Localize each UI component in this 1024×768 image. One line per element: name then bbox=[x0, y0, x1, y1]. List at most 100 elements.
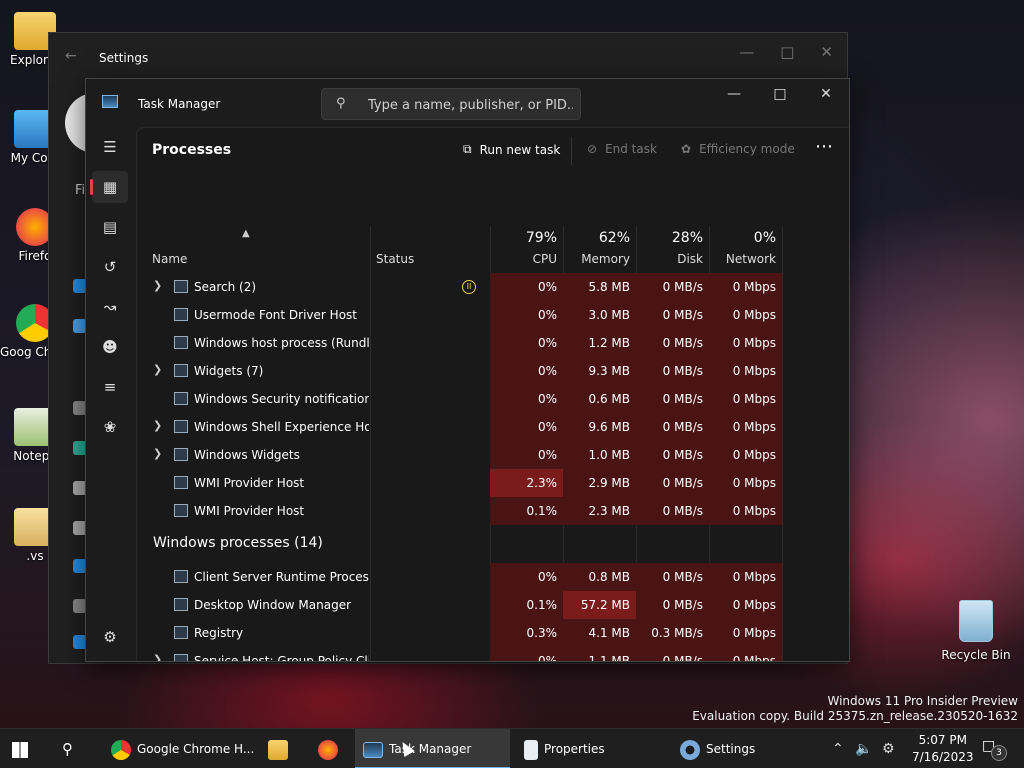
nav-app-history-icon[interactable]: ↺ bbox=[92, 251, 128, 283]
process-name: Service Host: Group Policy Cli... bbox=[194, 654, 369, 662]
nav-startup-apps-icon[interactable]: ↝ bbox=[92, 291, 128, 323]
network-cell: 0 Mbps bbox=[709, 441, 782, 469]
task-manager-window[interactable]: Task Manager ⚲ — □ ✕ ☰ ▦ ▤ ↺ ↝ ☻ ≡ ❀ ⚙ P… bbox=[85, 78, 850, 662]
table-row[interactable]: Desktop Window Manager 0.1% 57.2 MB 0 MB/s 0… bbox=[137, 591, 834, 619]
search-icon: ⚲ bbox=[62, 740, 73, 758]
close-button[interactable]: ✕ bbox=[803, 79, 849, 109]
close-icon[interactable]: ✕ bbox=[820, 43, 833, 61]
table-row[interactable]: ❯ Service Host: Group Policy Cli... 0% 1.1 … bbox=[137, 647, 834, 662]
run-task-icon: ⧉ bbox=[463, 142, 472, 156]
settings-title: Settings bbox=[99, 51, 149, 65]
column-header-cpu[interactable]: 79% CPU bbox=[490, 226, 563, 272]
table-row[interactable]: ❯ Windows Widgets 0% 1.0 MB 0 MB/s 0 Mbps bbox=[137, 441, 834, 469]
chevron-right-icon[interactable]: ❯ bbox=[153, 419, 162, 432]
taskbar-settings[interactable]: Settings bbox=[672, 729, 822, 768]
chrome-icon bbox=[111, 739, 131, 760]
network-cell: 0 Mbps bbox=[709, 273, 782, 301]
disk-cell: 0 MB/s bbox=[636, 385, 709, 413]
hamburger-menu-icon[interactable]: ☰ bbox=[92, 131, 128, 163]
taskbar-file-explorer[interactable] bbox=[268, 729, 296, 768]
disk-cell: 0 MB/s bbox=[636, 647, 709, 661]
column-header-network[interactable]: 0% Network bbox=[709, 226, 782, 272]
start-button[interactable] bbox=[12, 729, 40, 768]
settings-find-input[interactable]: Fi bbox=[75, 183, 85, 198]
process-icon bbox=[174, 364, 188, 377]
process-icon bbox=[174, 598, 188, 611]
nav-users-icon[interactable]: ☻ bbox=[92, 331, 128, 363]
column-header-disk[interactable]: 28% Disk bbox=[636, 226, 709, 272]
group-title: Windows processes (14) bbox=[153, 535, 323, 551]
process-name: Search (2) bbox=[194, 280, 257, 294]
search-icon: ⚲ bbox=[336, 96, 346, 111]
column-header-memory[interactable]: 62% Memory bbox=[563, 226, 636, 272]
chevron-up-icon[interactable]: ⌃ bbox=[832, 729, 844, 768]
table-row[interactable]: Registry 0.3% 4.1 MB 0.3 MB/s 0 Mbps bbox=[137, 619, 834, 647]
chevron-right-icon[interactable]: ❯ bbox=[153, 279, 162, 292]
volume-icon[interactable]: 🔈 bbox=[855, 729, 872, 768]
system-clock[interactable]: 5:07 PM 7/16/2023 bbox=[912, 732, 974, 766]
table-row[interactable]: Usermode Font Driver Host 0% 3.0 MB 0 MB/s 0… bbox=[137, 301, 834, 329]
disk-cell: 0 MB/s bbox=[636, 273, 709, 301]
process-icon bbox=[174, 504, 188, 517]
desktop-icon-recycle-bin[interactable]: Recycle Bin bbox=[938, 600, 1014, 662]
task-manager-titlebar[interactable]: Task Manager ⚲ — □ ✕ bbox=[86, 79, 849, 127]
notification-count-badge: 3 bbox=[991, 745, 1007, 761]
table-row[interactable]: WMI Provider Host 0.1% 2.3 MB 0 MB/s 0 Mbps bbox=[137, 497, 834, 525]
network-cell: 0 Mbps bbox=[709, 619, 782, 647]
column-header-name[interactable]: Name bbox=[137, 226, 370, 272]
process-icon bbox=[174, 280, 188, 293]
cpu-cell: 0% bbox=[490, 385, 563, 413]
efficiency-mode-button[interactable]: ✿ Efficiency mode bbox=[681, 142, 795, 156]
taskbar-properties[interactable]: Properties bbox=[516, 729, 666, 768]
window-title: Task Manager bbox=[138, 97, 221, 111]
disk-cell: 0 MB/s bbox=[636, 563, 709, 591]
end-task-button[interactable]: ⊘ End task bbox=[587, 142, 657, 156]
table-row[interactable]: Windows Security notification... 0% 0.6 MB… bbox=[137, 385, 834, 413]
memory-cell: 2.3 MB bbox=[563, 497, 636, 525]
chevron-right-icon[interactable]: ❯ bbox=[153, 363, 162, 376]
nav-processes-icon[interactable]: ▦ bbox=[90, 171, 128, 203]
group-header[interactable]: Windows processes (14) bbox=[137, 525, 834, 563]
toolbar-divider bbox=[571, 137, 572, 165]
gear-icon[interactable]: ⚙ bbox=[882, 729, 895, 768]
search-button[interactable]: ⚲ bbox=[62, 729, 86, 768]
maximize-icon[interactable]: □ bbox=[780, 43, 794, 61]
column-header-status[interactable]: Status bbox=[370, 226, 490, 272]
search-input[interactable] bbox=[368, 95, 573, 115]
network-cell: 0 Mbps bbox=[709, 413, 782, 441]
table-row[interactable]: ❯ Search (2) II 0% 5.8 MB 0 MB/s 0 Mbps bbox=[137, 273, 834, 301]
table-row[interactable]: WMI Provider Host 2.3% 2.9 MB 0 MB/s 0 Mbps bbox=[137, 469, 834, 497]
table-row[interactable]: ❯ Widgets (7) 0% 9.3 MB 0 MB/s 0 Mbps bbox=[137, 357, 834, 385]
firefox-icon bbox=[318, 739, 338, 760]
cpu-cell: 0% bbox=[490, 273, 563, 301]
taskbar-chrome[interactable]: Google Chrome H... bbox=[103, 729, 254, 768]
notification-center-button[interactable]: □ 3 bbox=[982, 738, 1007, 761]
taskbar-firefox[interactable] bbox=[318, 729, 346, 768]
taskbar-task-manager[interactable]: Task Manager bbox=[355, 729, 510, 768]
minimize-icon[interactable]: — bbox=[739, 43, 754, 61]
task-manager-icon bbox=[363, 741, 383, 758]
process-name: Client Server Runtime Process bbox=[194, 570, 369, 584]
maximize-button[interactable]: □ bbox=[757, 79, 803, 109]
process-name: Windows Shell Experience Host bbox=[194, 420, 369, 434]
search-box[interactable]: ⚲ bbox=[321, 88, 581, 120]
taskbar: ⚲ Google Chrome H... Task Manager Proper… bbox=[0, 728, 1024, 768]
minimize-button[interactable]: — bbox=[711, 79, 757, 109]
nav-services-icon[interactable]: ❀ bbox=[92, 411, 128, 443]
table-row[interactable]: Windows host process (Rundll... 0% 1.2 MB 0… bbox=[137, 329, 834, 357]
network-cell: 0 Mbps bbox=[709, 591, 782, 619]
table-row[interactable]: Client Server Runtime Process 0% 0.8 MB 0 M… bbox=[137, 563, 834, 591]
process-icon bbox=[174, 654, 188, 661]
cpu-cell: 0.1% bbox=[490, 591, 563, 619]
more-options-icon[interactable]: ⋯ bbox=[815, 136, 834, 157]
chevron-right-icon[interactable]: ❯ bbox=[153, 447, 162, 460]
back-arrow-icon[interactable]: ← bbox=[65, 48, 77, 64]
end-task-icon: ⊘ bbox=[587, 142, 598, 156]
run-new-task-button[interactable]: ⧉ Run new task bbox=[463, 142, 560, 157]
process-name: Windows host process (Rundll... bbox=[194, 336, 369, 350]
chevron-right-icon[interactable]: ❯ bbox=[153, 653, 162, 661]
nav-details-icon[interactable]: ≡ bbox=[92, 371, 128, 403]
table-row[interactable]: ❯ Windows Shell Experience Host 0% 9.6 MB 0 … bbox=[137, 413, 834, 441]
nav-performance-icon[interactable]: ▤ bbox=[92, 211, 128, 243]
nav-settings-gear-icon[interactable]: ⚙ bbox=[92, 621, 128, 653]
